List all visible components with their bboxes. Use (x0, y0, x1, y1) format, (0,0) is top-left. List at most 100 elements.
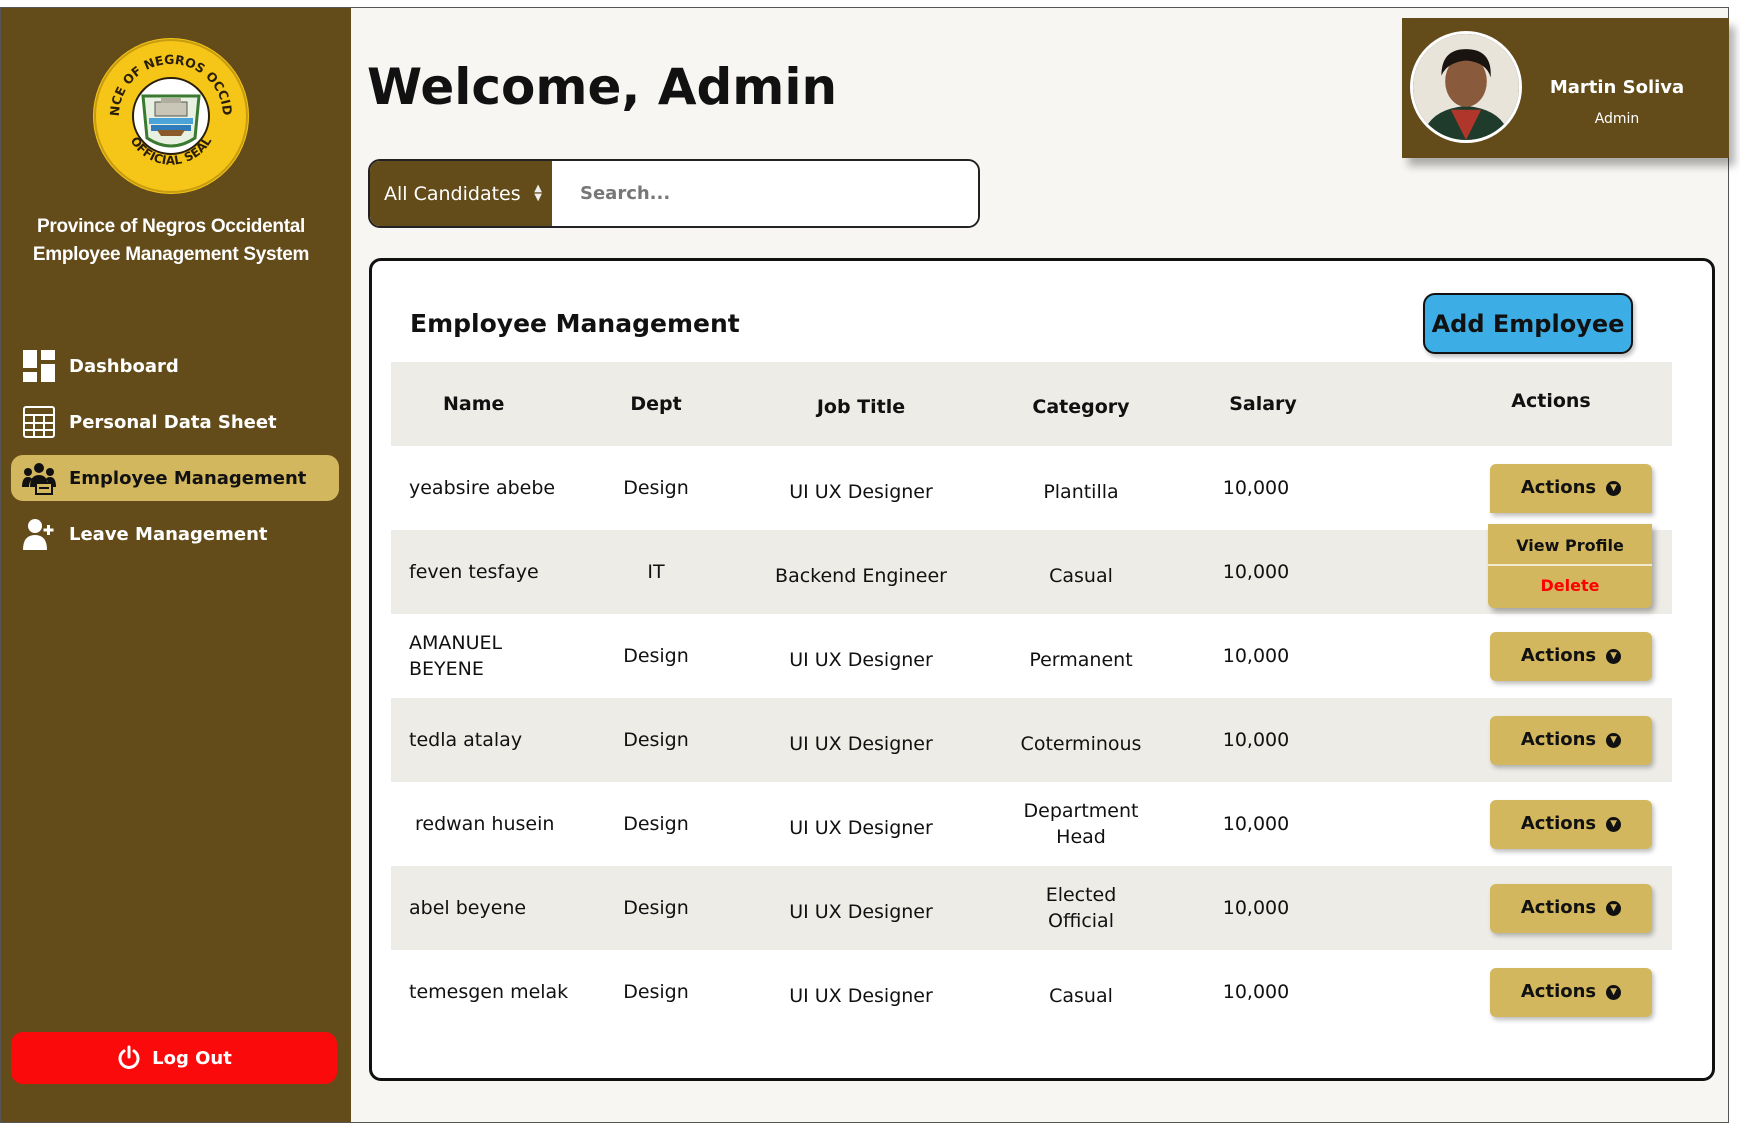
cell-category: Permanent (1029, 649, 1133, 671)
column-header-salary: Salary (1229, 393, 1297, 415)
chevron-down-icon: ▼ (1606, 900, 1622, 916)
profile-role: Admin (1594, 111, 1640, 127)
search-input[interactable] (552, 161, 978, 226)
delete-menu-item[interactable]: Delete (1488, 566, 1652, 605)
cell-actions: Actions ▼ (1489, 446, 1653, 530)
team-icon (19, 460, 59, 496)
actions-label: Actions (1520, 897, 1597, 918)
cell-dept: Design (623, 477, 689, 499)
avatar (1410, 31, 1522, 143)
table-row: redwan husein Design UI UX Designer Depa… (391, 782, 1672, 866)
sidebar-item-leave-management[interactable]: Leave Management (11, 511, 339, 557)
actions-button[interactable]: Actions ▼ (1490, 883, 1652, 933)
cell-actions: Actions ▼ (1489, 950, 1653, 1034)
logout-button[interactable]: Log Out (11, 1032, 337, 1084)
add-employee-button[interactable]: Add Employee (1423, 293, 1633, 354)
cell-dept: IT (647, 561, 665, 583)
cell-salary: 10,000 (1222, 813, 1290, 835)
sidebar-item-label: Dashboard (69, 355, 179, 377)
actions-label: Actions (1520, 645, 1597, 666)
sidebar-nav: Dashboard Personal Data Sheet Employee M… (11, 343, 339, 567)
org-name-line2: Employee Management System (32, 244, 310, 265)
actions-button[interactable]: Actions ▼ (1490, 631, 1652, 681)
sidebar-item-label: Personal Data Sheet (69, 411, 277, 433)
cell-dept: Design (623, 645, 689, 667)
cell-dept: Design (623, 729, 689, 751)
actions-label: Actions (1520, 813, 1597, 834)
table-row: AMANUEL BEYENE Design UI UX Designer Per… (391, 614, 1672, 698)
sidebar-item-employee-management[interactable]: Employee Management (11, 455, 339, 501)
cell-name: temesgen melak (409, 981, 569, 1003)
cell-name: abel beyene (409, 897, 527, 919)
cell-dept: Design (623, 813, 689, 835)
cell-actions: Actions ▼ (1489, 866, 1653, 950)
table-row: feven tesfaye IT Backend Engineer Casual… (391, 530, 1672, 614)
employee-management-panel: Employee Management Add Employee Name De… (369, 258, 1715, 1081)
cell-category: Plantilla (1043, 481, 1119, 503)
sidebar-item-dashboard[interactable]: Dashboard (11, 343, 339, 389)
search-bar: All Candidates ▲ ▼ (368, 159, 980, 228)
cell-actions: Actions ▼ (1489, 614, 1653, 698)
employee-table: Name Dept Job Title Category Salary Acti… (391, 362, 1672, 1034)
actions-dropdown-menu: View Profile Delete (1488, 524, 1652, 608)
cell-dept: Design (623, 981, 689, 1003)
actions-button[interactable]: Actions ▼ (1490, 967, 1652, 1017)
chevron-down-icon: ▼ (1606, 816, 1622, 832)
profile-name: Martin Soliva (1549, 77, 1685, 98)
organization-name: Province of Negros Occidental Employee M… (1, 213, 341, 269)
cell-job-title: Backend Engineer (775, 565, 947, 587)
sidebar-item-label: Employee Management (69, 467, 307, 489)
table-header: Name Dept Job Title Category Salary Acti… (391, 362, 1672, 446)
cell-name: redwan husein (415, 813, 555, 835)
user-add-icon (19, 516, 59, 552)
sidebar-item-label: Leave Management (69, 523, 268, 545)
column-header-actions: Actions (1511, 390, 1591, 412)
cell-job-title: UI UX Designer (789, 901, 933, 923)
sidebar: PROVINCE OF NEGROS OCCIDENTAL OFFICIAL S… (1, 8, 351, 1122)
column-header-job-title: Job Title (816, 396, 906, 418)
cell-actions: Actions ▼ (1489, 698, 1653, 782)
filter-value: All Candidates (384, 182, 521, 205)
cell-name: tedla atalay (409, 729, 523, 751)
actions-label: Actions (1520, 981, 1597, 1002)
chevron-down-icon: ▼ (1606, 648, 1622, 664)
table-row: temesgen melak Design UI UX Designer Cas… (391, 950, 1672, 1034)
panel-title: Employee Management (410, 309, 740, 338)
cell-category: Casual (1049, 565, 1113, 587)
actions-button[interactable]: Actions ▼ (1490, 799, 1652, 849)
cell-name: yeabsire abebe (409, 477, 556, 499)
official-seal-logo: PROVINCE OF NEGROS OCCIDENTAL OFFICIAL S… (91, 36, 249, 194)
sidebar-item-personal-data-sheet[interactable]: Personal Data Sheet (11, 399, 339, 445)
cell-salary: 10,000 (1222, 645, 1290, 667)
cell-job-title: UI UX Designer (789, 733, 933, 755)
cell-name: feven tesfaye (409, 561, 539, 583)
table-row: tedla atalay Design UI UX Designer Coter… (391, 698, 1672, 782)
table-row: yeabsire abebe Design UI UX Designer Pla… (391, 446, 1672, 530)
actions-button[interactable]: Actions ▼ (1490, 463, 1652, 513)
cell-salary: 10,000 (1222, 981, 1290, 1003)
cell-job-title: UI UX Designer (789, 985, 933, 1007)
power-icon (118, 1045, 140, 1069)
chevron-down-icon: ▼ (1606, 984, 1622, 1000)
sort-arrows-icon: ▲ ▼ (534, 183, 542, 203)
profile-card[interactable]: Martin Soliva Admin (1402, 18, 1729, 158)
app-window: PROVINCE OF NEGROS OCCIDENTAL OFFICIAL S… (0, 7, 1729, 1123)
cell-actions: Actions ▼ (1489, 782, 1653, 866)
page-title: Welcome, Admin (367, 58, 838, 116)
column-header-dept: Dept (630, 393, 682, 415)
org-name-line1: Province of Negros Occidental (37, 216, 305, 237)
cell-salary: 10,000 (1222, 729, 1290, 751)
chevron-down-icon: ▼ (1606, 732, 1622, 748)
cell-name: AMANUEL BEYENE (409, 632, 503, 680)
dashboard-icon (19, 348, 59, 384)
logout-label: Log Out (152, 1047, 232, 1069)
cell-job-title: UI UX Designer (789, 481, 933, 503)
candidate-filter-select[interactable]: All Candidates ▲ ▼ (370, 161, 552, 226)
actions-button[interactable]: Actions ▼ (1490, 715, 1652, 765)
table-grid-icon (19, 404, 59, 440)
view-profile-menu-item[interactable]: View Profile (1488, 527, 1652, 566)
cell-category: Elected Official (1045, 884, 1117, 932)
chevron-down-icon: ▼ (1606, 480, 1622, 496)
cell-salary: 10,000 (1222, 897, 1290, 919)
cell-category: Department Head (1023, 800, 1139, 848)
